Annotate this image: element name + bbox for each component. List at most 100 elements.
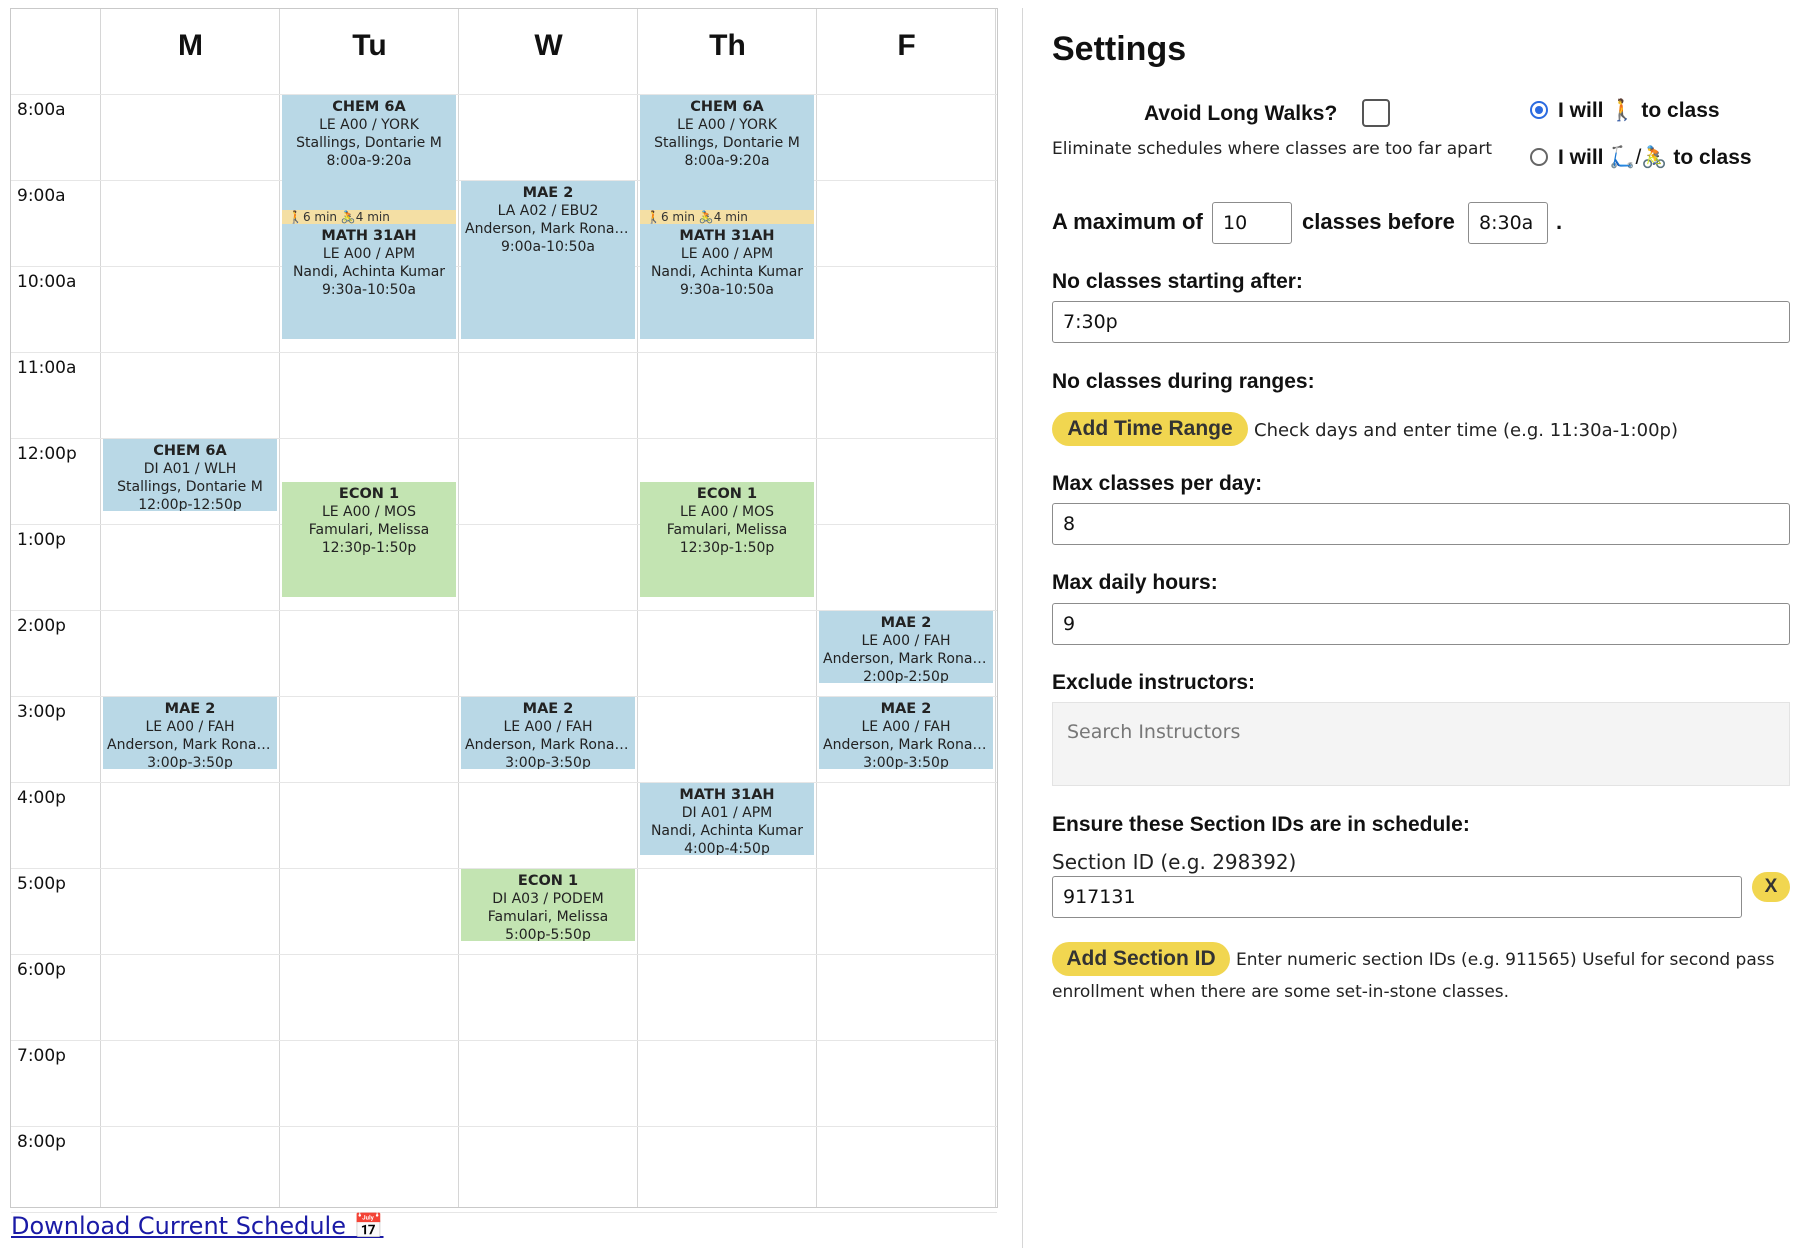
max-before-prefix: A maximum of: [1052, 209, 1203, 234]
class-event[interactable]: CHEM 6A DI A01 / WLH Stallings, Dontarie M…: [103, 439, 277, 512]
time-label: 1:00p: [17, 530, 66, 550]
event-section: LE A00 / APM: [322, 246, 416, 262]
class-event[interactable]: MATH 31AH LE A00 / APM Nandi, Achinta Kuma…: [282, 224, 456, 340]
event-title: MATH 31AH: [321, 228, 417, 244]
event-instructor: Anderson, Mark Ronal...: [107, 737, 274, 753]
event-instructor: Anderson, Mark Ronal...: [823, 737, 990, 753]
section-id-input[interactable]: 917131: [1052, 876, 1742, 918]
grid-row-line: [11, 524, 997, 525]
event-instructor: Stallings, Dontarie M: [654, 135, 800, 151]
time-label: 10:00a: [17, 272, 77, 292]
day-header: F: [897, 29, 916, 62]
class-event[interactable]: ECON 1 DI A03 / PODEM Famulari, Melissa 5:0…: [461, 869, 635, 942]
time-label: 7:00p: [17, 1046, 66, 1066]
event-instructor: Anderson, Mark Ronal...: [465, 737, 632, 753]
event-title: MAE 2: [164, 701, 216, 717]
day-header: W: [534, 29, 563, 62]
remove-section-id-button[interactable]: X: [1752, 872, 1790, 902]
no-classes-after-input[interactable]: 7:30p: [1052, 301, 1790, 343]
event-time: 9:30a-10:50a: [322, 282, 416, 298]
settings-panel: Settings Avoid Long Walks? Eliminate sch…: [1048, 0, 1790, 1248]
walk-option-suffix: to class: [1641, 99, 1720, 122]
walk-time-bar: 🚶6 min 🚴4 min: [282, 210, 456, 225]
event-instructor: Anderson, Mark Ronal...: [823, 651, 990, 667]
event-section: LE A00 / APM: [680, 246, 774, 262]
event-title: MAE 2: [880, 615, 932, 631]
class-event[interactable]: MAE 2 LE A00 / FAH Anderson, Mark Ronal...…: [819, 611, 993, 684]
grid-row-line: [11, 954, 997, 955]
class-event[interactable]: MATH 31AH DI A01 / APM Nandi, Achinta Kuma…: [640, 783, 814, 856]
event-instructor: Nandi, Achinta Kumar: [650, 823, 804, 839]
event-time: 12:00p-12:50p: [138, 497, 242, 512]
time-label: 3:00p: [17, 702, 66, 722]
class-event[interactable]: MAE 2 LE A00 / FAH Anderson, Mark Ronal...…: [103, 697, 277, 770]
max-before-suffix: .: [1556, 209, 1563, 234]
avoid-long-walks-checkbox[interactable]: [1362, 99, 1390, 127]
event-time: 3:00p-3:50p: [505, 755, 591, 770]
walk-radio[interactable]: [1530, 101, 1548, 119]
event-section: DI A01 / APM: [681, 805, 773, 821]
section-id-hint-line2: enrollment when there are some set-in-st…: [1052, 982, 1510, 1002]
event-time: 3:00p-3:50p: [863, 755, 949, 770]
class-event[interactable]: MAE 2 LA A02 / EBU2 Anderson, Mark Ronal..…: [461, 181, 635, 340]
class-event[interactable]: ECON 1 LE A00 / MOS Famulari, Melissa 12:30…: [640, 482, 814, 598]
add-time-range-button[interactable]: Add Time Range: [1052, 412, 1248, 446]
settings-title: Settings: [1052, 30, 1187, 68]
walk-option-prefix: I will: [1558, 99, 1604, 122]
scooter-option-suffix: to class: [1673, 146, 1752, 169]
scooter-option-prefix: I will: [1558, 146, 1604, 169]
event-title: MAE 2: [522, 701, 574, 717]
event-time: 12:30p-1:50p: [321, 540, 417, 556]
class-event[interactable]: ECON 1 LE A00 / MOS Famulari, Melissa 12:30…: [282, 482, 456, 598]
event-time: 2:00p-2:50p: [863, 669, 949, 684]
max-per-day-label: Max classes per day:: [1052, 472, 1263, 495]
event-title: MATH 31AH: [679, 228, 775, 244]
grid-column-line: [995, 9, 996, 1207]
event-title: MAE 2: [880, 701, 932, 717]
grid-row-line: [11, 94, 997, 95]
max-daily-hours-input[interactable]: 9: [1052, 603, 1790, 645]
event-title: ECON 1: [517, 873, 579, 889]
add-section-id-button[interactable]: Add Section ID: [1052, 942, 1230, 976]
event-section: LE A00 / MOS: [321, 504, 417, 520]
grid-row-line: [11, 1040, 997, 1041]
settings-divider: [1022, 8, 1023, 1248]
max-daily-hours-label: Max daily hours:: [1052, 571, 1218, 594]
class-event[interactable]: CHEM 6A LE A00 / YORK Stallings, Dontarie …: [640, 95, 814, 211]
time-label: 6:00p: [17, 960, 66, 980]
event-instructor: Nandi, Achinta Kumar: [292, 264, 446, 280]
event-section: LA A02 / EBU2: [497, 203, 599, 219]
max-per-day-input[interactable]: 8: [1052, 503, 1790, 545]
event-title: CHEM 6A: [690, 99, 764, 115]
grid-column-line: [100, 9, 101, 1207]
grid-row-line: [11, 352, 997, 353]
class-event[interactable]: CHEM 6A LE A00 / YORK Stallings, Dontarie …: [282, 95, 456, 211]
event-section: LE A00 / FAH: [861, 633, 951, 649]
grid-row-line: [11, 782, 997, 783]
event-title: CHEM 6A: [153, 443, 227, 459]
max-before-count-input[interactable]: 10: [1212, 202, 1292, 244]
day-header: Tu: [352, 29, 387, 62]
search-instructors-input[interactable]: Search Instructors: [1052, 702, 1790, 786]
event-time: 9:00a-10:50a: [501, 239, 595, 255]
class-event[interactable]: MATH 31AH LE A00 / APM Nandi, Achinta Kuma…: [640, 224, 814, 340]
max-before-time-input[interactable]: 8:30a: [1468, 202, 1548, 244]
event-time: 12:30p-1:50p: [679, 540, 775, 556]
scooter-bike-icon: 🛴/🚴: [1609, 146, 1668, 169]
download-schedule-link[interactable]: Download Current Schedule 📅: [11, 1212, 384, 1240]
grid-column-line: [816, 9, 817, 1207]
no-classes-after-label: No classes starting after:: [1052, 270, 1303, 293]
scooter-bike-option-label: I will 🛴/🚴 to class: [1558, 146, 1752, 170]
event-title: MATH 31AH: [679, 787, 775, 803]
time-label: 2:00p: [17, 616, 66, 636]
grid-column-line: [458, 9, 459, 1207]
scooter-bike-radio[interactable]: [1530, 148, 1548, 166]
event-time: 8:00a-9:20a: [326, 153, 412, 169]
day-header: Th: [709, 29, 746, 62]
event-instructor: Stallings, Dontarie M: [296, 135, 442, 151]
event-time: 5:00p-5:50p: [505, 927, 591, 942]
class-event[interactable]: MAE 2 LE A00 / FAH Anderson, Mark Ronal...…: [461, 697, 635, 770]
class-event[interactable]: MAE 2 LE A00 / FAH Anderson, Mark Ronal...…: [819, 697, 993, 770]
section-id-field-label: Section ID (e.g. 298392): [1052, 850, 1297, 874]
walk-option-label: I will 🚶 to class: [1558, 99, 1720, 123]
